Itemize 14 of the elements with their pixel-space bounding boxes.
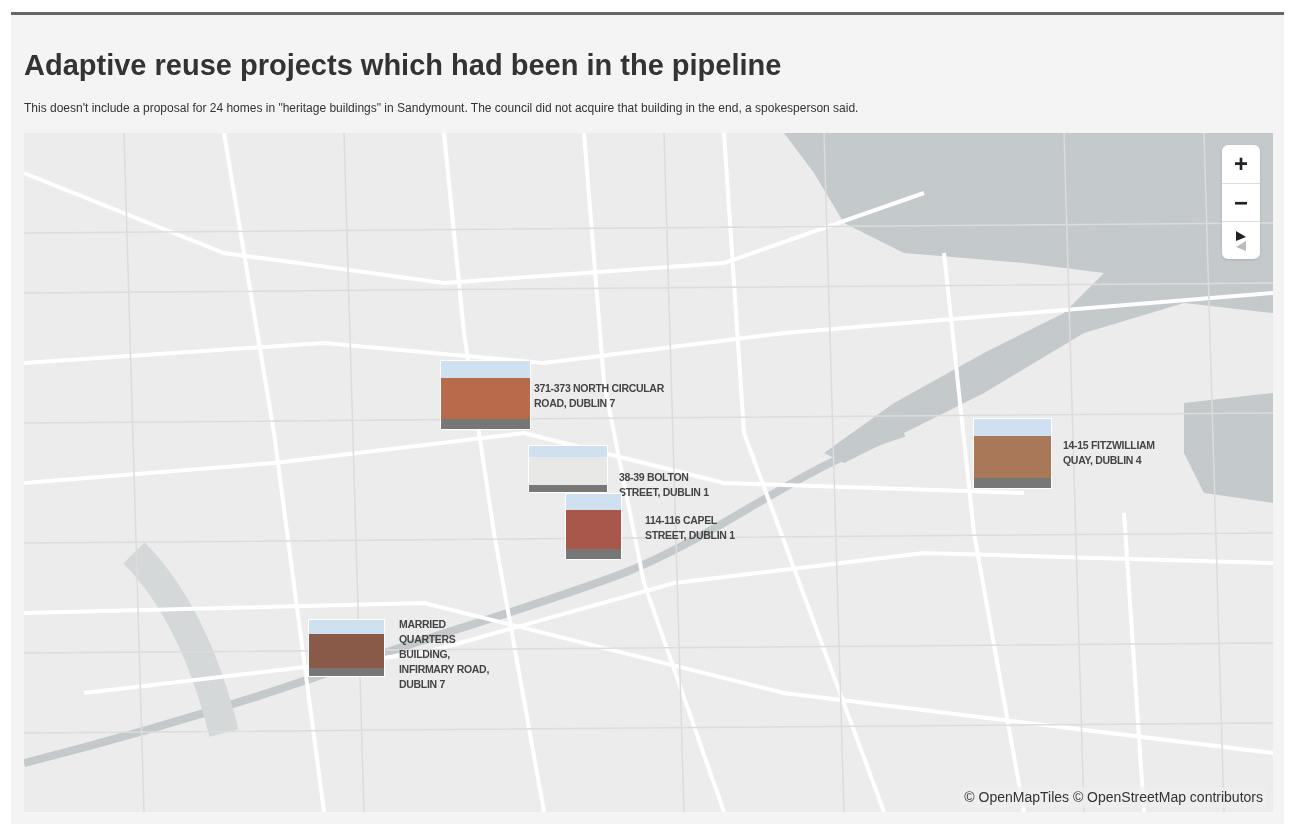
chart-subtitle: This doesn't include a proposal for 24 homes in "heritage buildings" in Sandymount. The council did not acquire that building in the end, a spokesperson said. bbox=[24, 100, 860, 118]
marker-label: 371-373 NORTH CIRCULAR ROAD, DUBLIN 7 bbox=[534, 381, 665, 412]
marker-label: 114-116 CAPEL STREET, DUBLIN 1 bbox=[645, 513, 736, 544]
photo-placeholder[interactable] bbox=[440, 360, 531, 431]
photo-placeholder[interactable] bbox=[308, 619, 385, 678]
photo-placeholder[interactable] bbox=[528, 445, 608, 494]
chart-title: Adaptive reuse projects which had been in the pipeline bbox=[24, 48, 783, 83]
marker-label: 38-39 BOLTON STREET, DUBLIN 1 bbox=[619, 470, 710, 501]
zoom-in-button[interactable]: + bbox=[1222, 145, 1260, 184]
compass-icon bbox=[1235, 230, 1247, 251]
photo-placeholder[interactable] bbox=[973, 418, 1052, 490]
marker-label: MARRIED QUARTERS BUILDING, INFIRMARY ROAD, DUBLIN 7 bbox=[399, 617, 490, 693]
zoom-out-button[interactable]: − bbox=[1222, 183, 1260, 222]
marker-label: 14-15 FITZWILLIAM QUAY, DUBLIN 4 bbox=[1063, 438, 1156, 469]
